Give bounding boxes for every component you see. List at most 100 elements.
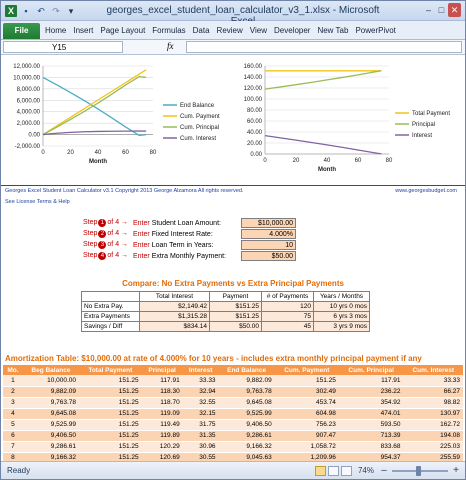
- compare-cell[interactable]: $151.25: [209, 301, 262, 312]
- zoom-in-button[interactable]: +: [451, 465, 461, 476]
- compare-cell[interactable]: $50.00: [209, 321, 262, 332]
- amortization-cell[interactable]: 954.37: [338, 452, 404, 461]
- amortization-cell[interactable]: 117.91: [141, 375, 183, 387]
- amortization-cell[interactable]: 9,286.61: [218, 430, 275, 442]
- amortization-cell[interactable]: 151.25: [79, 430, 142, 442]
- amortization-cell[interactable]: 6: [3, 430, 23, 442]
- amortization-cell[interactable]: 30.55: [182, 452, 219, 461]
- amortization-cell[interactable]: 1,058.72: [274, 441, 339, 453]
- close-button[interactable]: ✕: [448, 3, 461, 17]
- amortization-cell[interactable]: 604.98: [274, 408, 339, 420]
- amortization-cell[interactable]: 10,000.00: [22, 375, 80, 387]
- ribbon-tab[interactable]: PowerPivot: [355, 26, 395, 35]
- ribbon-tab[interactable]: Home: [45, 26, 66, 35]
- amortization-cell[interactable]: 117.91: [338, 375, 404, 387]
- amortization-cell[interactable]: 119.49: [141, 419, 183, 431]
- amortization-cell[interactable]: 130.97: [403, 408, 463, 420]
- page-break-view-button[interactable]: [340, 465, 352, 476]
- ribbon-tab[interactable]: Formulas: [152, 26, 185, 35]
- amortization-cell[interactable]: 162.72: [403, 419, 463, 431]
- redo-icon[interactable]: ↷: [50, 5, 62, 17]
- amortization-cell[interactable]: 3: [3, 397, 23, 409]
- worksheet[interactable]: 12,000.00 10,000.00 8,000.00 6,000.00 4,000.…: [1, 56, 465, 461]
- amortization-cell[interactable]: 32.15: [182, 408, 219, 420]
- amortization-cell[interactable]: 225.03: [403, 441, 463, 453]
- name-box[interactable]: Y15: [3, 41, 123, 53]
- ribbon-tab[interactable]: New Tab: [317, 26, 348, 35]
- file-tab[interactable]: File: [3, 23, 40, 39]
- amortization-cell[interactable]: 1,209.96: [274, 452, 339, 461]
- amortization-cell[interactable]: 151.25: [274, 375, 339, 387]
- compare-cell[interactable]: $834.14: [139, 321, 210, 332]
- compare-cell[interactable]: 120: [261, 301, 314, 312]
- amortization-cell[interactable]: 833.68: [338, 441, 404, 453]
- license-link[interactable]: See License Terms & Help: [5, 199, 70, 205]
- normal-view-button[interactable]: [314, 465, 326, 476]
- zoom-out-button[interactable]: –: [379, 465, 389, 476]
- amortization-cell[interactable]: 9,286.61: [22, 441, 80, 453]
- amortization-cell[interactable]: 120.69: [141, 452, 183, 461]
- amortization-cell[interactable]: 354.92: [338, 397, 404, 409]
- amortization-cell[interactable]: 151.25: [79, 375, 142, 387]
- amortization-cell[interactable]: 151.25: [79, 397, 142, 409]
- amortization-cell[interactable]: 119.89: [141, 430, 183, 442]
- amortization-cell[interactable]: 713.39: [338, 430, 404, 442]
- amortization-cell[interactable]: 31.75: [182, 419, 219, 431]
- amortization-cell[interactable]: 9,763.78: [22, 397, 80, 409]
- amortization-cell[interactable]: 9,525.99: [22, 419, 80, 431]
- compare-cell[interactable]: $2,149.42: [139, 301, 210, 312]
- amortization-cell[interactable]: 151.25: [79, 408, 142, 420]
- amortization-cell[interactable]: 9,882.09: [218, 375, 275, 387]
- amortization-cell[interactable]: 32.94: [182, 386, 219, 398]
- amortization-cell[interactable]: 9,406.50: [22, 430, 80, 442]
- compare-cell[interactable]: 75: [261, 311, 314, 322]
- customize-icon[interactable]: ▾: [65, 5, 77, 17]
- amortization-cell[interactable]: 9,645.08: [22, 408, 80, 420]
- amortization-cell[interactable]: 31.35: [182, 430, 219, 442]
- amortization-cell[interactable]: 5: [3, 419, 23, 431]
- ribbon-tab[interactable]: Review: [217, 26, 243, 35]
- amortization-cell[interactable]: 4: [3, 408, 23, 420]
- input-value-cell[interactable]: 10: [241, 240, 296, 250]
- amortization-cell[interactable]: 66.27: [403, 386, 463, 398]
- amortization-cell[interactable]: 118.70: [141, 397, 183, 409]
- amortization-cell[interactable]: 98.82: [403, 397, 463, 409]
- amortization-cell[interactable]: 151.25: [79, 419, 142, 431]
- amortization-cell[interactable]: 474.01: [338, 408, 404, 420]
- undo-icon[interactable]: ↶: [35, 5, 47, 17]
- amortization-cell[interactable]: 120.29: [141, 441, 183, 453]
- amortization-cell[interactable]: 593.50: [338, 419, 404, 431]
- compare-cell[interactable]: Savings / Diff: [81, 321, 140, 332]
- amortization-cell[interactable]: 756.23: [274, 419, 339, 431]
- ribbon-tab[interactable]: Page Layout: [100, 26, 145, 35]
- amortization-cell[interactable]: 151.25: [79, 386, 142, 398]
- input-value-cell[interactable]: $50.00: [241, 251, 296, 261]
- maximize-button[interactable]: □: [435, 3, 448, 17]
- compare-cell[interactable]: No Extra Pay.: [81, 301, 140, 312]
- amortization-cell[interactable]: 255.59: [403, 452, 463, 461]
- amortization-cell[interactable]: 9,525.99: [218, 408, 275, 420]
- compare-cell[interactable]: 10 yrs 0 mos: [313, 301, 370, 312]
- amortization-cell[interactable]: 9,763.78: [218, 386, 275, 398]
- compare-cell[interactable]: 6 yrs 3 mos: [313, 311, 370, 322]
- fx-icon[interactable]: fx: [167, 41, 174, 51]
- compare-cell[interactable]: $151.25: [209, 311, 262, 322]
- amortization-cell[interactable]: 9,166.32: [22, 452, 80, 461]
- minimize-button[interactable]: –: [422, 3, 435, 17]
- amortization-cell[interactable]: 7: [3, 441, 23, 453]
- compare-cell[interactable]: 45: [261, 321, 314, 332]
- zoom-slider[interactable]: [392, 465, 448, 476]
- compare-cell[interactable]: Extra Payments: [81, 311, 140, 322]
- website-link[interactable]: www.georgesbudget.com: [395, 188, 457, 194]
- amortization-cell[interactable]: 194.08: [403, 430, 463, 442]
- amortization-cell[interactable]: 33.33: [403, 375, 463, 387]
- input-value-cell[interactable]: 4.000%: [241, 229, 296, 239]
- amortization-cell[interactable]: 2: [3, 386, 23, 398]
- amortization-cell[interactable]: 9,166.32: [218, 441, 275, 453]
- amortization-cell[interactable]: 33.33: [182, 375, 219, 387]
- amortization-cell[interactable]: 151.25: [79, 452, 142, 461]
- amortization-cell[interactable]: 9,645.08: [218, 397, 275, 409]
- ribbon-tab[interactable]: Insert: [73, 26, 93, 35]
- amortization-cell[interactable]: 151.25: [79, 441, 142, 453]
- amortization-cell[interactable]: 9,045.63: [218, 452, 275, 461]
